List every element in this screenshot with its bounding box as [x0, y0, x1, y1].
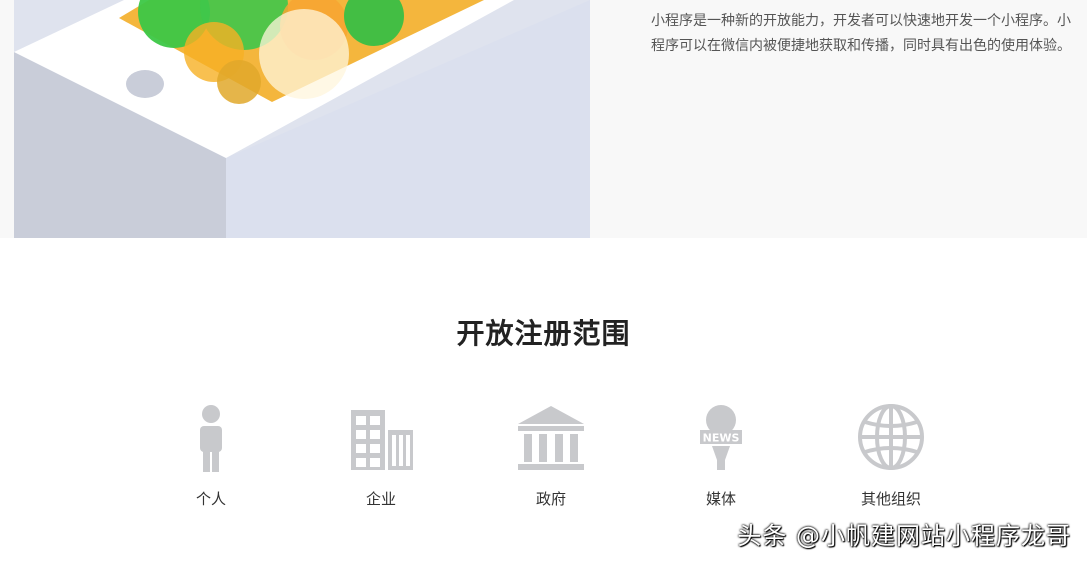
person-icon	[200, 405, 222, 472]
scope-label: 其他组织	[860, 490, 921, 508]
scope-label: 企业	[365, 490, 396, 508]
registration-scope-list: 个人 企业 政府 NEWS 媒体 其他组织	[0, 402, 1087, 512]
globe-icon	[858, 404, 924, 470]
scope-item-enterprise[interactable]: 企业	[321, 402, 441, 512]
scope-label: 政府	[535, 490, 566, 508]
isometric-box-graphic	[14, 0, 590, 238]
mini-program-illustration	[14, 0, 590, 238]
news-microphone-icon: NEWS	[700, 405, 742, 470]
scope-label: 个人	[195, 490, 226, 508]
scope-item-individual[interactable]: 个人	[151, 402, 271, 512]
news-badge-text: NEWS	[703, 432, 740, 445]
scope-label: 媒体	[705, 490, 736, 508]
government-icon	[518, 406, 584, 470]
intro-band: 小程序是一种新的开放能力，开发者可以快速地开发一个小程序。小程序可以在微信内被便…	[0, 0, 1087, 238]
building-icon	[351, 410, 413, 470]
section-title: 开放注册范围	[456, 317, 631, 350]
intro-text: 小程序是一种新的开放能力，开发者可以快速地开发一个小程序。小程序可以在微信内被便…	[651, 13, 1071, 54]
scope-item-other-organizations[interactable]: 其他组织	[831, 402, 951, 512]
scope-item-government[interactable]: 政府	[491, 402, 611, 512]
watermark: 头条 @小帆建网站小程序龙哥	[737, 522, 1071, 550]
scope-item-media[interactable]: NEWS 媒体	[661, 402, 781, 512]
